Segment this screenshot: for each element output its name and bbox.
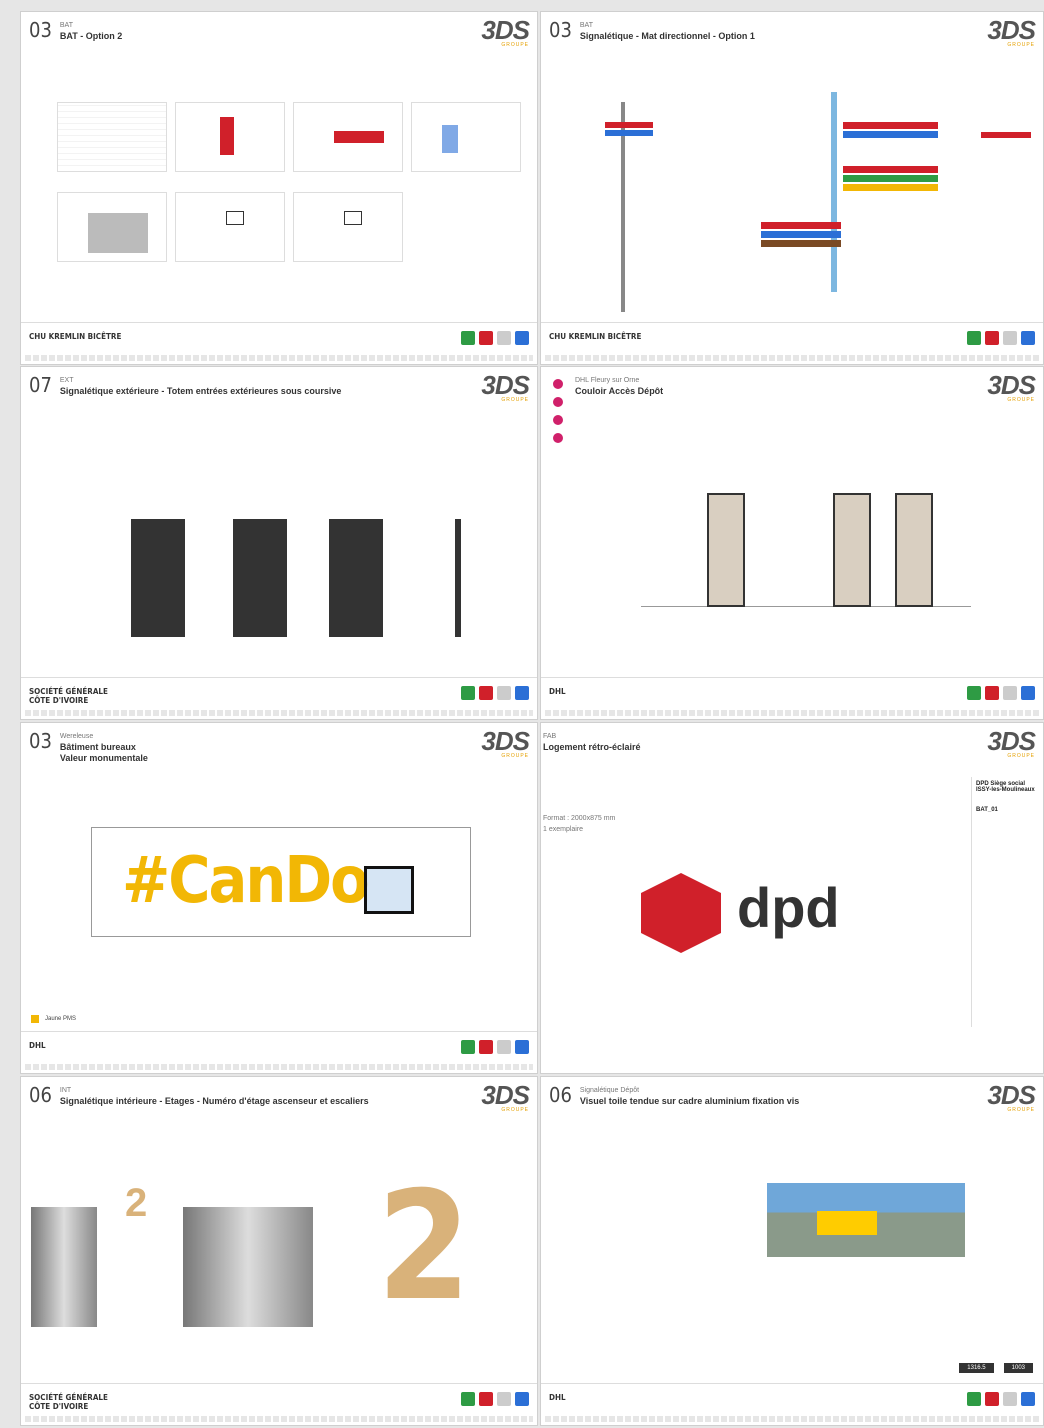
sheet-footer: CHU KREMLIN BICÊTRE (21, 322, 537, 364)
sheet-number: 07 (29, 373, 52, 397)
cando-lettering: #CanDo (122, 844, 370, 918)
sheet-header: 03 BAT Signalétique - Mat directionnel -… (549, 20, 755, 42)
brand-logo: 3DS GROUPE (481, 370, 530, 403)
pin-markers (553, 379, 563, 443)
sheet-title: BAT - Option 2 (59, 31, 123, 41)
partner-badges (967, 686, 1035, 700)
sheet-subtitle: Valeur monumentale (59, 753, 148, 763)
sheet-category: DHL Fleury sur Orne (575, 377, 640, 384)
sheet-number: 03 (549, 18, 572, 42)
sheet-title: Signalétique - Mat directionnel - Option… (579, 31, 755, 41)
sheet-visuel-toile[interactable]: 06 Signalétique Dépôt Visuel toile tendu… (540, 1076, 1044, 1426)
client-name: DHL (29, 1041, 46, 1050)
sheet-category: BAT (579, 22, 593, 29)
partner-badges (461, 331, 529, 345)
client-name: DHL (549, 1393, 566, 1402)
partner-badges (967, 1392, 1035, 1406)
client-name: CHU KREMLIN BICÊTRE (549, 332, 642, 341)
partner-badges (967, 331, 1035, 345)
cando-panel: #CanDo (91, 827, 471, 937)
sheet-footer: DHL (541, 677, 1043, 719)
sheet-numero-etage[interactable]: 06 INT Signalétique intérieure - Etages … (20, 1076, 538, 1426)
brand-logo: 3DS GROUPE (987, 15, 1036, 48)
sheet-number: 06 (549, 1083, 572, 1107)
quantity-label: 1 exemplaire (543, 826, 584, 833)
sheet-header: 06 Signalétique Dépôt Visuel toile tendu… (549, 1085, 799, 1107)
sheet-couloir-acces[interactable]: DHL Fleury sur Orne Couloir Accès Dépôt … (540, 366, 1044, 720)
sheet-category: INT (59, 1087, 72, 1094)
client-name: CHU KREMLIN BICÊTRE (29, 332, 122, 341)
sheet-footer: SOCIÉTÉ GÉNÉRALE CÔTE D'IVOIRE (21, 677, 537, 719)
sheet-header: 03 BAT BAT - Option 2 (29, 20, 122, 42)
client-name: SOCIÉTÉ GÉNÉRALE CÔTE D'IVOIRE (29, 687, 108, 705)
partner-badges (461, 686, 529, 700)
sheet-dpd-logo[interactable]: FAB Logement rétro-éclairé Format : 2000… (540, 722, 1044, 1074)
sheet-footer: SOCIÉTÉ GÉNÉRALE CÔTE D'IVOIRE (21, 1383, 537, 1425)
sheet-category: EXT (59, 377, 74, 384)
sheet-footer: DHL (541, 1383, 1043, 1425)
partner-badges (461, 1392, 529, 1406)
sheet-header: 07 EXT Signalétique extérieure - Totem e… (29, 375, 341, 397)
client-name: DHL (549, 687, 566, 696)
sheet-category: FAB (543, 733, 557, 740)
plan-thumbnails (57, 102, 527, 262)
sheet-title: Signalétique extérieure - Totem entrées … (59, 386, 342, 396)
dimension-boxes: 1316.5 1003 (959, 1363, 1033, 1373)
sheet-footer: DHL (21, 1031, 537, 1073)
dpd-mark: dpd (641, 873, 861, 963)
brand-logo: 3DS GROUPE (481, 15, 530, 48)
signpost-drawing (561, 92, 1031, 322)
format-label: Format : 2000x875 mm (543, 815, 616, 822)
sheet-header: 03 Wereleuse Bâtiment bureaux Valeur mon… (29, 731, 148, 764)
floor-number-detail: 2 (377, 1160, 471, 1334)
totem-drawing (51, 487, 521, 647)
sheet-title: Bâtiment bureaux (59, 742, 136, 752)
partner-badges (461, 1040, 529, 1054)
sheet-title: Couloir Accès Dépôt (575, 386, 664, 396)
sheet-title: Signalétique intérieure - Etages - Numér… (59, 1096, 369, 1106)
sheet-header: 06 INT Signalétique intérieure - Etages … (29, 1085, 369, 1107)
brand-logo: 3DS GROUPE (481, 1080, 530, 1113)
corridor-elevation (641, 457, 971, 607)
client-name: SOCIÉTÉ GÉNÉRALE CÔTE D'IVOIRE (29, 1393, 108, 1411)
sheet-number: 03 (29, 729, 52, 753)
brand-logo: 3DS GROUPE (481, 726, 530, 759)
sheet-title: Visuel toile tendue sur cadre aluminium … (579, 1096, 800, 1106)
sheet-title: Logement rétro-éclairé (543, 742, 641, 752)
side-panel: DPD Siège social ISSY-les-Moulineaux BAT… (971, 777, 1043, 1027)
sheet-header: FAB Logement rétro-éclairé Format : 2000… (543, 731, 641, 835)
sheet-totem-exterieur[interactable]: 07 EXT Signalétique extérieure - Totem e… (20, 366, 538, 720)
colour-legend: Jaune PMS (31, 1015, 76, 1023)
sheet-mat-directionnel[interactable]: 03 BAT Signalétique - Mat directionnel -… (540, 11, 1044, 365)
sheet-header: DHL Fleury sur Orne Couloir Accès Dépôt (555, 375, 663, 397)
sheet-number: 06 (29, 1083, 52, 1107)
dpd-wordmark: dpd (737, 876, 840, 939)
brand-logo: 3DS GROUPE (987, 1080, 1036, 1113)
sheet-bat-option-2[interactable]: 03 BAT BAT - Option 2 3DS GROUPE CHU KREM… (20, 11, 538, 365)
elevator-elevation: 2 (31, 1181, 341, 1337)
brand-logo: 3DS GROUPE (987, 726, 1036, 759)
sheet-category: Signalétique Dépôt (579, 1087, 640, 1094)
sheet-cando-batiment[interactable]: 03 Wereleuse Bâtiment bureaux Valeur mon… (20, 722, 538, 1074)
sheet-footer: CHU KREMLIN BICÊTRE (541, 322, 1043, 364)
brand-logo: 3DS GROUPE (987, 370, 1036, 403)
sheet-category: Wereleuse (59, 733, 94, 740)
dhl-van-visual (767, 1183, 965, 1257)
sheet-category: BAT (59, 22, 73, 29)
sheet-number: 03 (29, 18, 52, 42)
